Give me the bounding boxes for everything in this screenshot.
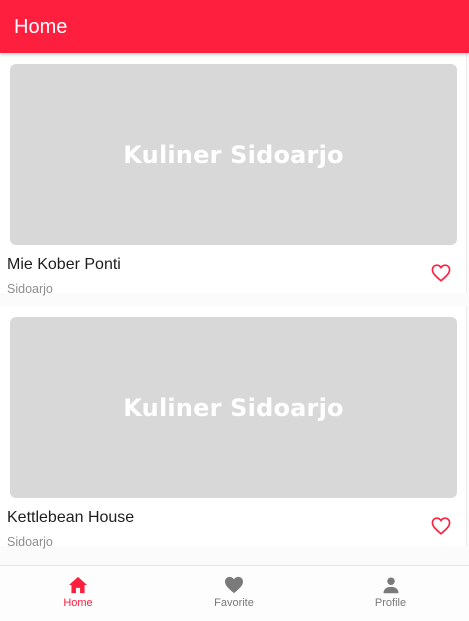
- restaurant-card[interactable]: Kuliner Sidoarjo Kettlebean House Sidoar…: [0, 306, 467, 549]
- restaurant-card[interactable]: Kuliner Sidoarjo Mie Kober Ponti Sidoarj…: [0, 53, 467, 296]
- restaurant-location: Sidoarjo: [7, 282, 53, 296]
- restaurant-image[interactable]: Kuliner Sidoarjo: [10, 317, 457, 498]
- heart-outline-icon: [431, 517, 451, 535]
- restaurant-image[interactable]: Kuliner Sidoarjo: [10, 64, 457, 245]
- nav-label-favorite: Favorite: [214, 597, 254, 609]
- nav-item-profile[interactable]: Profile: [312, 566, 469, 621]
- heart-outline-icon: [431, 264, 451, 282]
- restaurant-location: Sidoarjo: [7, 535, 53, 549]
- app-bar: Home: [0, 0, 469, 53]
- nav-label-profile: Profile: [374, 597, 407, 609]
- image-caption: Kuliner Sidoarjo: [123, 393, 344, 422]
- page-title: Home: [14, 16, 68, 38]
- restaurant-list[interactable]: Kuliner Sidoarjo Mie Kober Ponti Sidoarj…: [0, 53, 469, 565]
- heart-icon: [225, 576, 243, 594]
- restaurant-name: Kettlebean House: [7, 509, 135, 526]
- bottom-navigation: Home Favorite Profile: [0, 565, 469, 621]
- favorite-button[interactable]: [430, 262, 452, 284]
- home-icon: [69, 576, 87, 594]
- person-icon: [383, 577, 398, 594]
- favorite-button[interactable]: [430, 515, 452, 537]
- nav-label-home: Home: [63, 597, 93, 609]
- restaurant-name: Mie Kober Ponti: [7, 256, 121, 273]
- nav-item-home[interactable]: Home: [0, 566, 156, 621]
- image-caption: Kuliner Sidoarjo: [123, 140, 344, 169]
- nav-item-favorite[interactable]: Favorite: [156, 566, 312, 621]
